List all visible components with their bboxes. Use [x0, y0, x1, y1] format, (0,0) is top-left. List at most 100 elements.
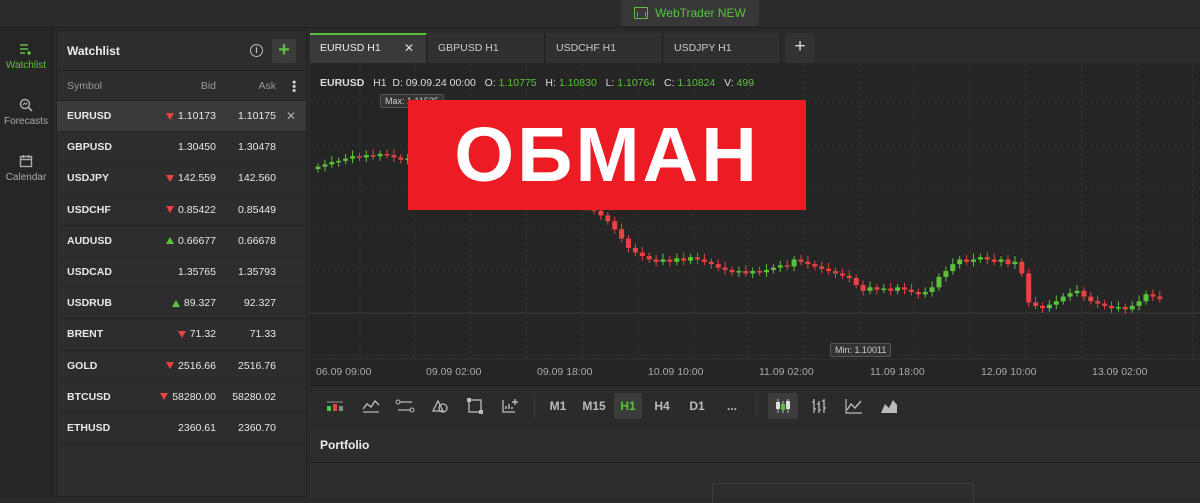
watchlist-row[interactable]: USDCHF 0.85422 0.85449	[57, 195, 306, 226]
row-symbol: GOLD	[67, 359, 98, 372]
line-studies-button[interactable]	[358, 393, 384, 419]
candle-body	[632, 247, 638, 253]
indicators-button[interactable]	[322, 393, 348, 419]
price-down-icon	[166, 362, 175, 370]
row-symbol: USDCAD	[67, 266, 112, 279]
info-tf: H1	[373, 77, 387, 89]
tab-label: USDCHF H1	[556, 42, 617, 54]
trend-tool-button[interactable]	[392, 393, 418, 419]
shapes-button[interactable]	[427, 393, 453, 419]
bid-value: 1.30450	[178, 141, 216, 154]
candle-body	[777, 265, 783, 268]
watchlist-row[interactable]: GOLD 2516.66 2516.76	[57, 351, 306, 382]
tab-label: USDJPY H1	[674, 42, 732, 54]
candle-body	[1150, 294, 1156, 297]
tab-gbpusd[interactable]: GBPUSD H1	[428, 33, 545, 63]
candle-body	[1109, 305, 1114, 309]
portfolio-title: Portfolio	[310, 428, 1200, 463]
candle-body	[336, 160, 342, 163]
tf-d1[interactable]: D1	[683, 393, 711, 419]
nav-calendar[interactable]: Calendar	[0, 140, 52, 196]
watchlist-row[interactable]: USDRUB 89.327 92.327	[57, 288, 306, 320]
row-symbol: AUDUSD	[67, 234, 112, 247]
col-ask[interactable]: Ask	[258, 80, 276, 92]
tab-eurusd[interactable]: EURUSD H1 ✕	[310, 33, 427, 63]
bid-value: 142.559	[178, 172, 216, 185]
candle-body	[674, 258, 680, 262]
candle-body	[660, 259, 666, 262]
chart-type-line[interactable]	[839, 393, 869, 419]
chart-type-bars[interactable]	[804, 393, 834, 419]
tf-h4[interactable]: H4	[648, 393, 676, 419]
row-ask: 2360.70	[238, 421, 276, 434]
add-chart-button[interactable]	[497, 393, 523, 419]
info-volume: 499	[736, 77, 755, 89]
watchlist-row[interactable]: BTCUSD 58280.00 58280.02	[57, 382, 306, 413]
tf-m15[interactable]: M15	[578, 393, 610, 419]
price-up-icon	[166, 237, 175, 245]
candle-body	[1060, 296, 1066, 302]
candle-body	[1129, 305, 1135, 310]
info-symbol: EURUSD	[320, 77, 365, 89]
row-symbol: BRENT	[67, 328, 104, 341]
candle-body	[1115, 307, 1121, 309]
bid-value: 71.32	[189, 328, 216, 341]
webtrader-button[interactable]: WebTrader NEW	[621, 0, 759, 26]
more-timeframes[interactable]: ...	[718, 393, 746, 419]
tab-usdjpy[interactable]: USDJPY H1	[664, 33, 781, 63]
watchlist-row[interactable]: USDCAD 1.35765 1.35793	[57, 257, 306, 289]
nav-forecasts[interactable]: Forecasts	[0, 84, 52, 140]
candle-body	[943, 271, 949, 277]
candle-body	[853, 278, 859, 285]
bid-value: 58280.00	[172, 390, 216, 403]
watchlist-row[interactable]: GBPUSD 1.30450 1.30478	[57, 132, 306, 164]
candle-body	[805, 261, 811, 265]
x-tick-label: 12.09 10:00	[981, 366, 1037, 378]
chart-area[interactable]: EURUSD H1 D: 09.09.24 00:00 O: 1.10775 H…	[310, 63, 1200, 385]
watchlist-row[interactable]: USDJPY 142.559 142.560	[57, 163, 306, 195]
watchlist-row[interactable]: EURUSD 1.10173 1.10175 ✕	[57, 101, 306, 133]
candle-body	[356, 156, 362, 158]
candle-body	[1012, 261, 1018, 265]
add-tab-button[interactable]: +	[786, 33, 814, 63]
select-area-button[interactable]	[462, 393, 488, 419]
add-symbol-button[interactable]: +	[272, 39, 296, 63]
candle-body	[1081, 290, 1087, 297]
nav-watchlist[interactable]: Watchlist	[0, 28, 52, 84]
chart-toolbar: M1 M15 H1 H4 D1 ...	[310, 385, 1200, 425]
watchlist-row[interactable]: AUDUSD 0.66677 0.66678	[57, 226, 306, 257]
candle-body	[902, 287, 907, 290]
tf-h1[interactable]: H1	[614, 393, 642, 419]
candle-body	[881, 288, 887, 290]
tab-usdchf[interactable]: USDCHF H1	[546, 33, 663, 63]
row-ask: 1.35793	[238, 266, 276, 279]
tf-m1[interactable]: M1	[544, 393, 572, 419]
watchlist-rows: EURUSD 1.10173 1.10175 ✕ GBPUSD 1.30450 1.3047…	[57, 101, 306, 445]
chart-type-area[interactable]	[874, 393, 904, 419]
chart-type-candles[interactable]	[768, 393, 798, 419]
candle-body	[860, 285, 866, 291]
candle-body	[729, 269, 735, 273]
area-chart-icon	[881, 400, 897, 413]
candle-body	[639, 252, 645, 256]
remove-icon[interactable]: ✕	[286, 109, 296, 123]
watchlist-row[interactable]: ETHUSD 2360.61 2360.70	[57, 413, 306, 445]
candle-body	[1046, 304, 1052, 309]
more-options-icon[interactable]: •••	[287, 80, 301, 93]
row-bid: 58280.00	[160, 391, 216, 403]
candle-body	[991, 259, 997, 262]
watchlist-icon	[20, 43, 31, 55]
price-down-icon	[166, 112, 175, 120]
candle-body	[798, 259, 804, 262]
info-icon[interactable]: i	[250, 44, 263, 57]
col-symbol[interactable]: Symbol	[67, 80, 102, 92]
candle-body	[750, 271, 756, 274]
candle-body	[895, 287, 901, 291]
watchlist-row[interactable]: BRENT 71.32 71.33	[57, 319, 306, 351]
portfolio-empty-box	[712, 483, 974, 503]
add-chart-icon	[502, 399, 518, 413]
col-bid[interactable]: Bid	[201, 80, 216, 92]
close-icon[interactable]: ✕	[404, 35, 414, 62]
row-ask: 58280.02	[232, 390, 276, 403]
line-chart-icon	[845, 399, 862, 414]
